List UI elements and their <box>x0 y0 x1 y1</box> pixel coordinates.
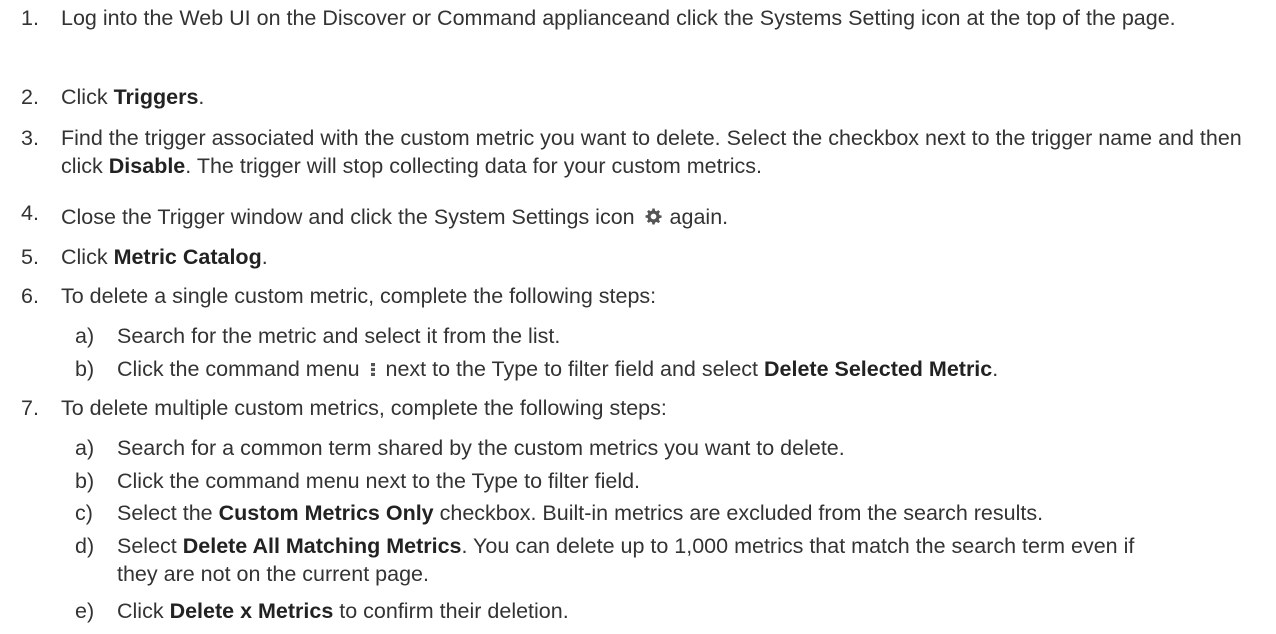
substep-letter: a) <box>75 436 95 460</box>
step-1: 1. Log into the Web UI on the Discover o… <box>0 4 1276 32</box>
gear-icon <box>645 204 662 225</box>
substep-text: Search for the metric and select it from… <box>117 324 561 348</box>
step-text-after: . <box>261 245 268 269</box>
substep-text-middle: next to the Type to filter field and sel… <box>379 357 764 381</box>
substep-letter: c) <box>75 501 93 525</box>
substep-text-before: Select the <box>117 501 219 525</box>
step-number: 4. <box>21 201 39 225</box>
step-text: To delete multiple custom metrics, compl… <box>61 396 667 420</box>
substep-text-after: to confirm their deletion. <box>333 599 569 623</box>
step-number: 5. <box>21 245 39 269</box>
step-text-before: Click <box>61 245 114 269</box>
step-7-substep-d: d) Select Delete All Matching Metrics. Yo… <box>0 532 1177 588</box>
substep-text: Click the command menu next to the Type … <box>117 469 641 493</box>
step-text-after: again. <box>663 205 729 229</box>
step-text-after: . The trigger will stop collecting data … <box>185 154 763 178</box>
substep-letter: a) <box>75 324 95 348</box>
step-6-substep-a: a) Search for the metric and select it f… <box>0 322 1267 350</box>
ui-term-disable: Disable <box>108 154 186 178</box>
step-text-before: Click <box>61 85 114 109</box>
step-6: 6. To delete a single custom metric, com… <box>0 282 1276 310</box>
ui-term-metric-catalog: Metric Catalog <box>113 245 262 269</box>
step-number: 7. <box>21 396 39 420</box>
step-number: 3. <box>21 126 39 150</box>
substep-text-after: . <box>992 357 999 381</box>
step-7-substep-c: c) Select the Custom Metrics Only checkbo… <box>0 499 1267 527</box>
substep-letter: e) <box>75 599 95 623</box>
substep-text-before: Click <box>117 599 170 623</box>
step-7-substep-e: e) Click Delete x Metrics to confirm thei… <box>0 597 1267 625</box>
ui-term-delete-all-matching-metrics: Delete All Matching Metrics <box>182 534 462 558</box>
step-3: 3. Find the trigger associated with the c… <box>0 124 1276 180</box>
substep-text: Search for a common term shared by the c… <box>117 436 845 460</box>
substep-text-before: Click the command menu <box>117 357 366 381</box>
step-2: 2. Click Triggers. <box>0 83 1276 111</box>
step-7-substep-b: b) Click the command menu next to the Ty… <box>0 467 1267 495</box>
step-text: To delete a single custom metric, comple… <box>61 284 657 308</box>
ui-term-delete-selected-metric: Delete Selected Metric <box>764 357 993 381</box>
step-text: Log into the Web UI on the Discover or C… <box>61 6 1176 30</box>
step-4: 4. Close the Trigger window and click the… <box>0 201 1276 231</box>
ui-term-delete-x-metrics: Delete x Metrics <box>169 599 334 623</box>
substep-text-after: checkbox. Built-in metrics are excluded … <box>433 501 1044 525</box>
ui-term-custom-metrics-only: Custom Metrics Only <box>218 501 434 525</box>
step-5: 5. Click Metric Catalog. <box>0 243 1276 271</box>
step-text-before: Close the Trigger window and click the S… <box>61 205 641 229</box>
substep-letter: b) <box>75 357 95 381</box>
substep-text-before: Select <box>117 534 183 558</box>
step-number: 2. <box>21 85 39 109</box>
step-7: 7. To delete multiple custom metrics, co… <box>0 394 1276 422</box>
step-text-after: . <box>198 85 205 109</box>
step-7-substep-a: a) Search for a common term shared by th… <box>0 434 1267 462</box>
step-number: 1. <box>21 6 39 30</box>
kebab-menu-icon <box>370 356 376 376</box>
step-number: 6. <box>21 284 39 308</box>
ui-term-triggers: Triggers <box>113 85 199 109</box>
substep-letter: b) <box>75 469 95 493</box>
substep-letter: d) <box>75 534 95 558</box>
step-6-substep-b: b) Click the command menu next to the Typ… <box>0 355 1267 383</box>
